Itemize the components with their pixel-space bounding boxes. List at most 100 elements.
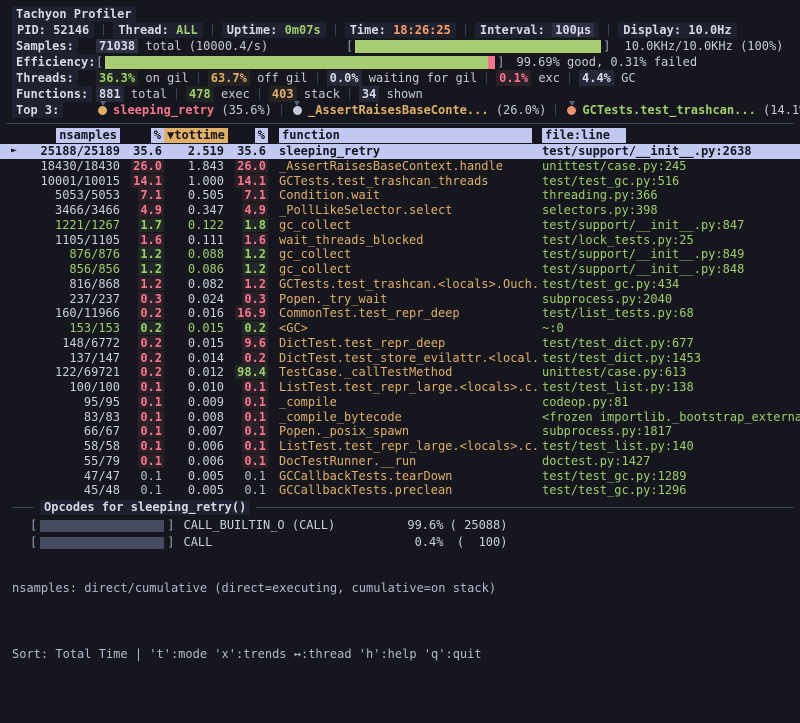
table-row[interactable]: 160/11966 0.2 0.016 16.9 CommonTest.test… — [0, 306, 800, 321]
cell-function: _compile_bytecode — [268, 410, 542, 425]
stat-value: 0.1% — [496, 70, 531, 86]
column-header-pct1[interactable]: % — [120, 128, 164, 144]
functions-label-cell: Functions: — [12, 86, 96, 102]
functions-label: Functions: — [12, 86, 92, 102]
info-value: ALL — [176, 23, 198, 37]
selected-row-marker — [0, 203, 28, 218]
table-row[interactable]: 18430/18430 26.0 1.843 26.0 _AssertRaise… — [0, 159, 800, 174]
top3-line: Top 3: sleeping_retry (35.6%) _AssertRai… — [12, 102, 800, 118]
pct-direct-value: 0.1 — [138, 410, 164, 424]
stat-item: 0.0% waiting for gil — [327, 70, 497, 86]
samples-detail: total (10000.4/s) — [145, 39, 268, 53]
separator — [317, 72, 318, 84]
table-row[interactable]: 55/79 0.1 0.006 0.1 DocTestRunner.__run … — [0, 454, 800, 469]
table-row[interactable]: 876/876 1.2 0.088 1.2 gc_collect test/su… — [0, 247, 800, 262]
pct-cumulative-value: 4.9 — [242, 203, 268, 217]
selected-row-marker — [0, 469, 28, 484]
cell-tottime: 0.505 — [164, 188, 224, 203]
stat-label: exc — [538, 70, 560, 86]
table-row[interactable]: 45/48 0.1 0.005 0.1 GCCallbackTests.prec… — [0, 483, 800, 498]
cell-pct-direct: 0.2 — [120, 306, 164, 321]
top3-item[interactable]: _AssertRaisesBaseConte... (26.0%) — [291, 102, 565, 118]
table-row[interactable]: 83/83 0.1 0.008 0.1 _compile_bytecode <f… — [0, 410, 800, 425]
top3-label-cell: Top 3: — [12, 102, 96, 118]
cell-function: GCCallbackTests.tearDown — [268, 469, 542, 484]
cell-file-line: test/test_list.py:138 — [542, 380, 800, 395]
separator — [569, 72, 570, 84]
functions-stats: 881 total 478 exec 403 stack 34 shown — [96, 86, 423, 102]
selected-row-marker — [0, 410, 28, 425]
cell-pct-cumulative: 0.1 — [224, 424, 268, 439]
column-header-tottime-sorted[interactable]: ▼tottime — [164, 128, 224, 144]
table-row[interactable]: 1105/1105 1.6 0.111 1.6 wait_threads_blo… — [0, 233, 800, 248]
samples-bar-fill — [355, 40, 601, 53]
cell-pct-direct: 1.2 — [120, 262, 164, 277]
cell-pct-cumulative: 98.4 — [224, 365, 268, 380]
table-row[interactable]: 237/237 0.3 0.024 0.3 Popen._try_wait su… — [0, 292, 800, 307]
cell-nsamples: 237/237 — [28, 292, 120, 307]
stat-label: GC — [621, 70, 635, 86]
cell-tottime: 1.000 — [164, 174, 224, 189]
info-label: Time: — [350, 23, 386, 37]
column-header-file-line[interactable]: file:line — [542, 128, 800, 144]
top3-item[interactable]: sleeping_retry (35.6%) — [96, 102, 291, 118]
separator — [555, 104, 556, 116]
column-header-nsamples[interactable]: nsamples — [0, 128, 120, 144]
cell-file-line: <frozen importlib._bootstrap_externa — [542, 410, 800, 425]
table-row[interactable]: ► 25188/25189 35.6 2.519 35.6 sleeping_r… — [0, 144, 800, 159]
cell-pct-cumulative: 0.2 — [224, 351, 268, 366]
efficiency-line: Efficiency: [ ] 99.69% good, 0.31% faile… — [12, 54, 800, 70]
table-row[interactable]: 5053/5053 7.1 0.505 7.1 Condition.wait t… — [0, 188, 800, 203]
cell-file-line: test/test_dict.py:1453 — [542, 351, 800, 366]
pct-direct-value: 1.6 — [138, 233, 164, 247]
table-row[interactable]: 816/868 1.2 0.082 1.2 GCTests.test_trash… — [0, 277, 800, 292]
table-top-separator — [6, 123, 794, 124]
opcode-percent: 99.6% — [383, 517, 443, 534]
table-row[interactable]: 148/6772 0.2 0.015 9.6 DictTest.test_rep… — [0, 336, 800, 351]
table-row[interactable]: 95/95 0.1 0.009 0.1 _compile codeop.py:8… — [0, 395, 800, 410]
table-row[interactable]: 137/147 0.2 0.014 0.2 DictTest.test_stor… — [0, 351, 800, 366]
efficiency-label-cell: Efficiency: — [12, 54, 96, 70]
cell-function: <GC> — [268, 321, 542, 336]
table-row[interactable]: 66/67 0.1 0.007 0.1 Popen._posix_spawn s… — [0, 424, 800, 439]
cell-tottime: 0.016 — [164, 306, 224, 321]
cell-nsamples: 95/95 — [28, 395, 120, 410]
cell-pct-direct: 4.9 — [120, 203, 164, 218]
table-row[interactable]: 58/58 0.1 0.006 0.1 ListTest.test_repr_l… — [0, 439, 800, 454]
cell-pct-cumulative: 0.1 — [224, 483, 268, 498]
cell-function: wait_threads_blocked — [268, 233, 542, 248]
column-header-pct2[interactable]: % — [224, 128, 268, 144]
cell-pct-direct: 0.3 — [120, 292, 164, 307]
pct-direct-value: 1.7 — [138, 218, 164, 232]
opcode-count: ( 25088) — [443, 517, 507, 534]
selected-row-marker — [0, 424, 28, 439]
table-row[interactable]: 47/47 0.1 0.005 0.1 GCCallbackTests.tear… — [0, 469, 800, 484]
table-row[interactable]: 856/856 1.2 0.086 1.2 gc_collect test/su… — [0, 262, 800, 277]
cell-pct-cumulative: 0.1 — [224, 395, 268, 410]
bracket-open: [ — [96, 54, 103, 70]
info-segment: Thread: ALL — [113, 22, 222, 38]
stat-item: 34 shown — [359, 86, 423, 102]
separator — [349, 88, 350, 100]
table-row[interactable]: 1221/1267 1.7 0.122 1.8 gc_collect test/… — [0, 218, 800, 233]
pct-direct-value: 0.1 — [138, 483, 164, 497]
cell-pct-cumulative: 14.1 — [224, 174, 268, 189]
table-row[interactable]: 100/100 0.1 0.010 0.1 ListTest.test_repr… — [0, 380, 800, 395]
top3-item[interactable]: GCTests.test_trashcan... (14.1%) — [565, 102, 800, 118]
cell-nsamples: 100/100 — [28, 380, 120, 395]
pct-cumulative-value: 1.2 — [242, 247, 268, 261]
table-row[interactable]: 122/69721 0.2 0.012 98.4 TestCase._callT… — [0, 365, 800, 380]
table-row[interactable]: 3466/3466 4.9 0.347 4.9 _PollLikeSelecto… — [0, 203, 800, 218]
efficiency-bar-failed — [488, 56, 495, 69]
table-row[interactable]: 153/153 0.2 0.015 0.2 <GC> ~:0 — [0, 321, 800, 336]
cell-file-line: test/lock_tests.py:25 — [542, 233, 800, 248]
info-segment-box: Display: 10.0Hz — [618, 22, 736, 38]
cell-pct-cumulative: 1.2 — [224, 247, 268, 262]
cell-pct-direct: 0.1 — [120, 424, 164, 439]
column-header-function[interactable]: function — [268, 128, 542, 144]
info-label: Uptime: — [227, 23, 278, 37]
cell-nsamples: 856/856 — [28, 262, 120, 277]
table-row[interactable]: 10001/10015 14.1 1.000 14.1 GCTests.test… — [0, 174, 800, 189]
cell-file-line: unittest/case.py:245 — [542, 159, 800, 174]
pct-cumulative-value: 1.2 — [242, 277, 268, 291]
